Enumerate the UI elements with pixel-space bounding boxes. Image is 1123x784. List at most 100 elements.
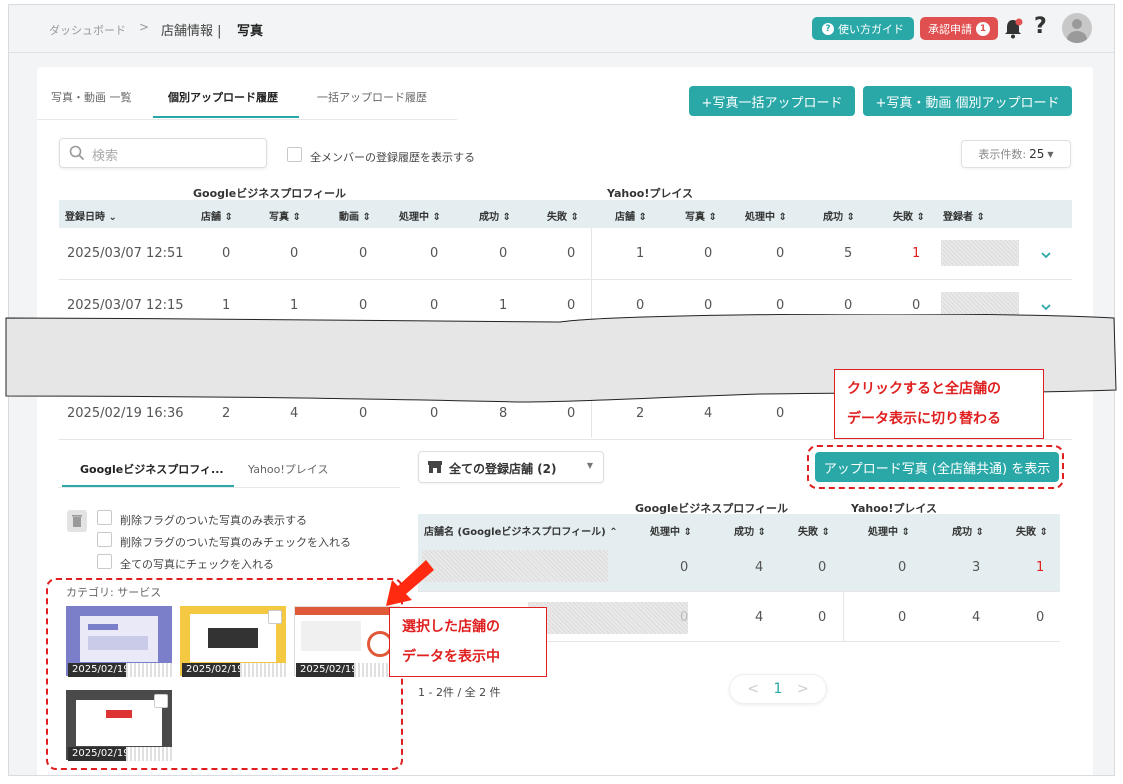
col-header[interactable]: 写真 ⇕ (269, 208, 301, 223)
cell: 2 (636, 406, 645, 421)
cell: 1 (636, 246, 645, 261)
avatar[interactable] (1062, 13, 1092, 43)
cell: 3 (972, 560, 981, 575)
active-tab-indicator (153, 116, 299, 118)
breadcrumb-home[interactable]: ダッシュボード (49, 22, 126, 38)
page-prev-button[interactable]: < (747, 681, 759, 697)
cell: 0 (844, 298, 853, 313)
registrant-blurred (941, 240, 1019, 266)
cell: 0 (567, 298, 576, 313)
col-header[interactable]: 成功 ⇕ (952, 523, 984, 538)
tab-bulk-history[interactable]: 一括アップロード履歴 (317, 89, 427, 105)
group-google-label: Googleビジネスプロフィール (193, 187, 347, 200)
detail-tab-yahoo[interactable]: Yahoo!プレイス (248, 461, 328, 477)
col-header[interactable]: 店舗 ⇕ (201, 208, 233, 223)
col-header[interactable]: 処理中 ⇕ (650, 523, 692, 538)
breadcrumb-section[interactable]: 店舗情報 | (161, 20, 222, 39)
bell-icon[interactable] (1003, 18, 1023, 40)
cell: 8 (499, 406, 508, 421)
cell: 0 (1036, 610, 1045, 625)
cell: 4 (755, 560, 764, 575)
selected-store-highlight (46, 578, 403, 770)
col-date-header[interactable]: 登録日時 ⌄ (65, 208, 117, 223)
trash-icon[interactable] (67, 510, 87, 532)
table-row[interactable]: 2025/03/07 12:51 0 0 0 0 0 0 1 0 0 5 1 (59, 228, 1072, 280)
col-header[interactable]: 失敗 ⇕ (893, 208, 925, 223)
col-header[interactable]: 成功 ⇕ (734, 523, 766, 538)
table-row[interactable]: 0 4 0 0 3 1 (418, 544, 1060, 592)
search-input[interactable]: 検索 (59, 138, 267, 168)
annotation-arrow-icon (386, 560, 434, 606)
col-header[interactable]: 失敗 ⇕ (798, 523, 830, 538)
col-header[interactable]: 処理中 ⇕ (868, 523, 910, 538)
cell: 4 (290, 406, 299, 421)
cell: 0 (636, 298, 645, 313)
chevron-down-icon[interactable] (1041, 250, 1051, 260)
check-deleted-label: 削除フラグのついた写真のみチェックを入れる (120, 536, 351, 549)
cell: 0 (499, 246, 508, 261)
bulk-upload-button[interactable]: +写真一括アップロード (689, 86, 855, 116)
store-icon (428, 461, 442, 473)
detail-tab-google[interactable]: Googleビジネスプロフィ... (80, 461, 224, 477)
col-header[interactable]: 登録者 ⇕ (943, 208, 985, 223)
col-header[interactable]: 処理中 ⇕ (399, 208, 441, 223)
cell: 0 (430, 246, 439, 261)
col-header[interactable]: 失敗 ⇕ (547, 208, 579, 223)
tab-individual-history[interactable]: 個別アップロード履歴 (168, 89, 278, 105)
approve-button[interactable]: 承認申請 1 (920, 17, 998, 40)
cell: 1 (222, 298, 231, 313)
store-name-blurred (528, 602, 688, 634)
cell: 0 (818, 560, 827, 575)
chevron-down-icon[interactable] (1041, 302, 1051, 312)
search-placeholder: 検索 (92, 149, 119, 164)
tabs-divider (37, 119, 457, 120)
detail-tabs-divider (58, 487, 400, 488)
cell: 1 (499, 298, 508, 313)
row-date: 2025/02/19 16:36 (67, 406, 184, 421)
tab-photo-list[interactable]: 写真・動画 一覧 (51, 89, 132, 105)
annotation-selected-store: 選択した店舗の データを表示中 (389, 607, 547, 677)
col-header[interactable]: 動画 ⇕ (339, 208, 371, 223)
cell: 0 (430, 406, 439, 421)
guide-button[interactable]: ? 使い方ガイド (812, 17, 914, 40)
col-header[interactable]: 成功 ⇕ (479, 208, 511, 223)
cell: 0 (704, 246, 713, 261)
store-select[interactable]: 全ての登録店舗 (2) ▼ (418, 451, 604, 483)
page-number[interactable]: 1 (774, 681, 783, 697)
page-title: 写真 (237, 24, 264, 39)
col-header[interactable]: 写真 ⇕ (685, 208, 717, 223)
cell: 0 (680, 560, 689, 575)
guide-label: 使い方ガイド (838, 22, 904, 36)
col-header[interactable]: 成功 ⇕ (823, 208, 855, 223)
per-page-select[interactable]: 表示件数: 25 ▼ (961, 140, 1071, 168)
toggle-button-highlight (807, 445, 1064, 489)
col-header[interactable]: 処理中 ⇕ (745, 208, 787, 223)
cell: 4 (972, 610, 981, 625)
col-header[interactable]: 失敗 ⇕ (1016, 523, 1048, 538)
col-header[interactable]: 店舗 ⇕ (615, 208, 647, 223)
cell: 0 (776, 298, 785, 313)
cell: 0 (818, 610, 827, 625)
pagination: < 1 > (729, 674, 827, 704)
per-page-value: 25 (1029, 147, 1045, 161)
cell: 0 (898, 610, 907, 625)
per-page-label: 表示件数: (978, 148, 1027, 161)
deleted-only-checkbox[interactable] (97, 510, 112, 525)
cell: 0 (567, 246, 576, 261)
single-upload-button[interactable]: +写真・動画 個別アップロード (863, 86, 1072, 116)
cell: 0 (776, 406, 785, 421)
check-all-checkbox[interactable] (97, 554, 112, 569)
check-all-label: 全ての写真にチェックを入れる (120, 558, 274, 571)
caret-down-icon: ▼ (1047, 149, 1054, 159)
help-icon[interactable]: ? (1034, 14, 1047, 39)
page-next-button[interactable]: > (797, 681, 809, 697)
col-store-header[interactable]: 店舗名 (Googleビジネスプロフィール) ⌃ (424, 523, 618, 538)
caret-down-icon: ▼ (586, 461, 593, 470)
check-deleted-checkbox[interactable] (97, 532, 112, 547)
approve-label: 承認申請 (928, 22, 972, 36)
store-name-blurred (422, 550, 608, 582)
show-all-members-checkbox[interactable] (287, 147, 302, 162)
search-icon (69, 145, 85, 161)
cell: 0 (898, 560, 907, 575)
annotation-line: データを表示中 (402, 649, 500, 665)
